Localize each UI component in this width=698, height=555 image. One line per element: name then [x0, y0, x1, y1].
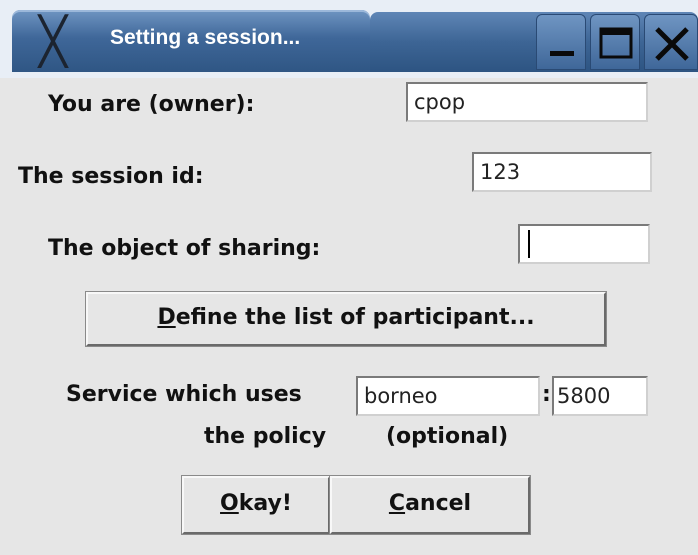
object-field[interactable]: [518, 224, 650, 264]
okay-label: kay!: [238, 491, 292, 516]
cancel-button[interactable]: Cancel: [329, 475, 531, 535]
define-accel: D: [157, 305, 176, 330]
object-label: The object of sharing:: [48, 236, 321, 261]
port-separator: :: [542, 382, 551, 407]
service-port-field[interactable]: 5800: [552, 376, 648, 416]
session-id-label: The session id:: [18, 164, 204, 189]
define-participants-button[interactable]: Define the list of participant...: [85, 291, 607, 347]
service-label: Service which uses: [66, 382, 302, 407]
cancel-label: ancel: [405, 491, 472, 516]
optional-label: (optional): [386, 424, 509, 449]
minimize-icon: [550, 51, 574, 56]
maximize-icon: [599, 27, 633, 59]
text-caret: [528, 230, 530, 258]
session-dialog: ╳ Setting a session... You are (owner): …: [0, 0, 698, 555]
okay-accel: O: [220, 491, 239, 516]
owner-label: You are (owner):: [48, 92, 255, 117]
policy-label: the policy: [204, 424, 327, 449]
minimize-button[interactable]: [536, 14, 586, 70]
title-bar[interactable]: ╳ Setting a session...: [0, 0, 698, 78]
define-label: efine the list of participant...: [175, 305, 535, 330]
close-button[interactable]: [644, 14, 698, 70]
okay-button[interactable]: Okay!: [181, 475, 331, 535]
close-icon: [655, 27, 689, 61]
service-host-field[interactable]: borneo: [356, 376, 540, 416]
session-id-field[interactable]: 123: [472, 152, 652, 192]
owner-field[interactable]: cpop: [406, 82, 648, 122]
maximize-button[interactable]: [590, 14, 640, 70]
dialog-body: You are (owner): cpop The session id: 12…: [0, 78, 698, 555]
cancel-accel: C: [388, 491, 406, 516]
window-title: Setting a session...: [110, 26, 301, 49]
x-window-logo-icon[interactable]: ╳: [28, 16, 78, 66]
